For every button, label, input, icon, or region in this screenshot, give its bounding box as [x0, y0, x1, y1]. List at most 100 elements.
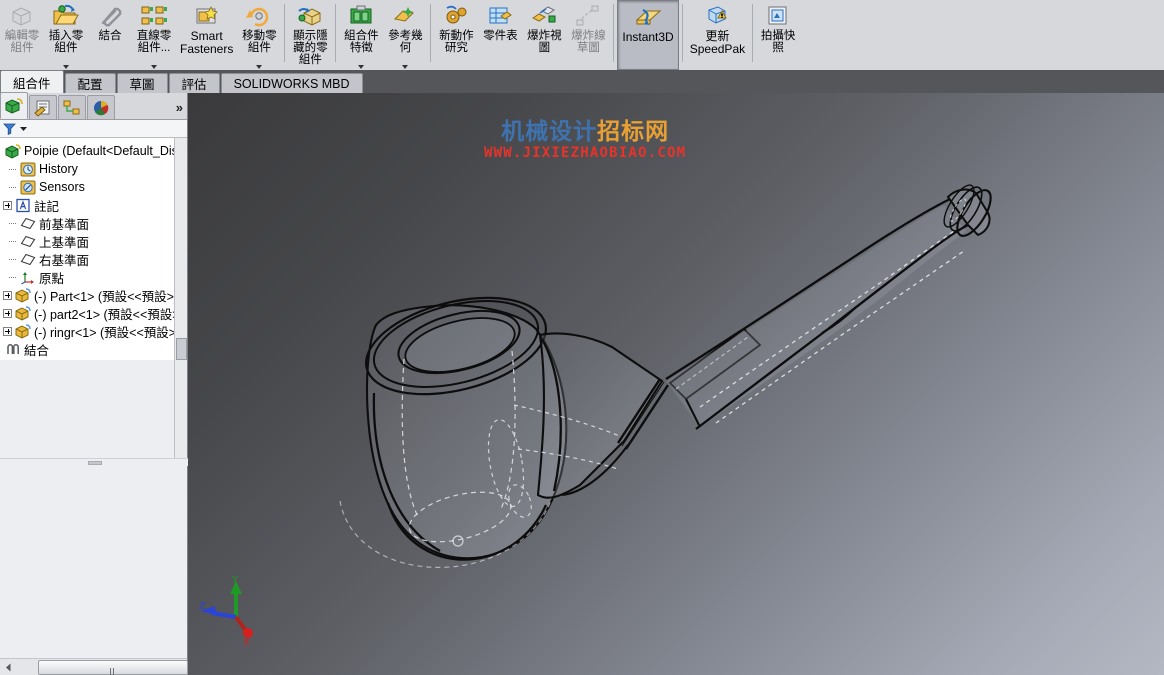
splitter-grip: [88, 461, 102, 465]
smart-fasteners-icon: [192, 3, 222, 29]
expand-icon[interactable]: [3, 326, 12, 336]
command-tab-strip: 組合件 配置 草圖 評估 SOLIDWORKS MBD: [0, 70, 1164, 164]
new-motion-study-icon: [441, 3, 471, 29]
scrollbar-thumb[interactable]: [176, 338, 187, 360]
explode-line-sketch-icon: [573, 3, 603, 29]
tree-item-history[interactable]: History: [2, 160, 187, 178]
assembly-icon: [4, 143, 21, 159]
ribbon-button-reference-geometry[interactable]: 參考幾 何: [383, 0, 427, 70]
configuration-manager-tab-icon[interactable]: [58, 95, 86, 119]
tab-label: 評估: [181, 78, 207, 92]
ribbon-button-bill-of-materials[interactable]: 零件表: [478, 0, 522, 70]
tree-item-assembly[interactable]: Poipie (Default<Default_Displ…: [2, 142, 187, 160]
chevron-down-icon[interactable]: [402, 65, 409, 69]
tree-item-part2-1[interactable]: (-) part2<1> (預設<<預設>…: [2, 304, 187, 322]
tab-label: 組合件: [13, 76, 51, 91]
ribbon-button-take-snapshot[interactable]: 拍攝快 照: [756, 0, 800, 70]
tree-item-label: (-) part2<1> (預設<<預設>…: [34, 307, 187, 322]
ribbon-button-assembly-features[interactable]: 組合件 特徵: [339, 0, 383, 70]
ribbon-button-exploded-view[interactable]: 爆炸視 圖: [522, 0, 566, 70]
graphics-viewport[interactable]: 机械设计招标网 WWW.JIXIEZHAOBIAO.COM Y Z X: [188, 93, 1164, 675]
tab-solidworks-mbd[interactable]: SOLIDWORKS MBD: [220, 73, 363, 93]
chevron-down-icon[interactable]: [256, 65, 263, 69]
edit-component-icon: [7, 3, 37, 29]
ribbon-button-explode-line-sketch[interactable]: 爆炸線 草圖: [566, 0, 610, 70]
instant3d-icon: [633, 4, 663, 30]
tree-connector: [8, 237, 19, 246]
insert-component-icon: [51, 3, 81, 29]
ribbon-label: 移動零 組件: [242, 30, 277, 54]
ribbon-button-linear-component-pattern[interactable]: 直線零 組件...: [132, 0, 176, 70]
chevron-down-icon[interactable]: [63, 65, 69, 69]
filter-icon[interactable]: [3, 122, 16, 135]
feature-manager-panel: » Poipie (Default<Default_Displ… History…: [0, 92, 188, 675]
feature-tree-filter-bar: [0, 120, 187, 138]
scroll-left-icon[interactable]: [0, 660, 16, 675]
tree-item-label: 上基準面: [39, 235, 90, 250]
ribbon-button-smart-fasteners[interactable]: Smart Fasteners: [176, 0, 237, 70]
tab-label: 草圖: [129, 78, 155, 92]
exploded-view-icon: [529, 3, 559, 29]
ribbon-button-insert-component[interactable]: 插入零 組件: [44, 0, 88, 70]
tree-item-right-plane[interactable]: 右基準面: [2, 250, 187, 268]
display-manager-tab-icon[interactable]: [87, 95, 115, 119]
ribbon-button-update-speedpak[interactable]: 更新 SpeedPak: [686, 0, 749, 70]
ribbon-button-show-hidden-components[interactable]: 顯示隱 藏的零 組件: [288, 0, 332, 70]
tree-item-label: 註記: [34, 199, 60, 214]
tree-item-label: 前基準面: [39, 217, 90, 232]
tree-item-front-plane[interactable]: 前基準面: [2, 214, 187, 232]
feature-tree-tab-icon[interactable]: [0, 92, 28, 119]
expand-icon[interactable]: [3, 308, 12, 318]
tab-sketch[interactable]: 草圖: [116, 73, 168, 93]
tree-connector: [8, 273, 19, 282]
tree-item-part-1[interactable]: (-) Part<1> (預設<<預設>_…: [2, 286, 187, 304]
triad-z-label: Z: [199, 601, 206, 612]
ribbon-label: 直線零 組件...: [136, 30, 172, 54]
chevron-down-icon[interactable]: [19, 124, 28, 133]
ribbon-button-edit-component[interactable]: 編輯零 組件: [0, 0, 44, 70]
ribbon-separator: [430, 4, 432, 62]
scrollbar-track[interactable]: [16, 659, 188, 675]
ribbon-label: 參考幾 何: [388, 30, 423, 54]
ribbon-button-new-motion-study[interactable]: 新動作 研究: [434, 0, 478, 70]
ribbon-label: 組合件 特徵: [344, 30, 379, 54]
tree-item-top-plane[interactable]: 上基準面: [2, 232, 187, 250]
chevron-down-icon[interactable]: [358, 65, 365, 69]
tree-item-label: Sensors: [39, 180, 85, 194]
feature-tree-horizontal-scrollbar[interactable]: [0, 658, 188, 675]
tab-layout[interactable]: 配置: [64, 73, 116, 93]
scrollbar-thumb[interactable]: [38, 659, 188, 675]
tree-item-ringr-1[interactable]: (-) ringr<1> (預設<<預設>_…: [2, 322, 187, 340]
tab-label: SOLIDWORKS MBD: [233, 76, 350, 91]
tree-item-label: 原點: [39, 271, 65, 286]
linear-component-pattern-icon: [139, 3, 169, 29]
tab-evaluate[interactable]: 評估: [168, 73, 220, 93]
ribbon-button-move-component[interactable]: 移動零 組件: [237, 0, 281, 70]
tree-item-origin[interactable]: 原點: [2, 268, 187, 286]
tab-assembly[interactable]: 組合件: [0, 70, 64, 93]
expand-icon[interactable]: [3, 290, 12, 300]
sensors-icon: [19, 179, 36, 195]
ribbon-label: 更新 SpeedPak: [689, 29, 746, 56]
ribbon-label: 拍攝快 照: [760, 30, 796, 54]
property-manager-tab-icon[interactable]: [29, 95, 57, 119]
ribbon-label: 爆炸線 草圖: [571, 30, 606, 54]
ribbon-label: 零件表: [483, 30, 518, 42]
move-component-icon: [244, 3, 274, 29]
more-tabs-button[interactable]: »: [176, 100, 183, 115]
ribbon-button-mate[interactable]: 結合: [88, 0, 132, 70]
feature-tree-scrollbar[interactable]: [174, 138, 187, 468]
tree-connector: [8, 219, 19, 228]
ribbon-button-instant3d[interactable]: Instant3D: [617, 0, 679, 70]
ribbon-separator: [335, 4, 337, 62]
expand-icon[interactable]: [3, 200, 12, 210]
tree-item-sensors[interactable]: Sensors: [2, 178, 187, 196]
chevron-down-icon[interactable]: [151, 65, 157, 69]
panel-splitter[interactable]: [0, 458, 188, 466]
ribbon-separator: [284, 4, 286, 62]
ribbon-label: 新動作 研究: [439, 30, 474, 54]
tree-item-mates[interactable]: 結合: [2, 340, 187, 358]
tree-item-annotations[interactable]: 註記: [2, 196, 187, 214]
part-icon: [14, 287, 31, 303]
update-speedpak-icon: [702, 3, 732, 29]
